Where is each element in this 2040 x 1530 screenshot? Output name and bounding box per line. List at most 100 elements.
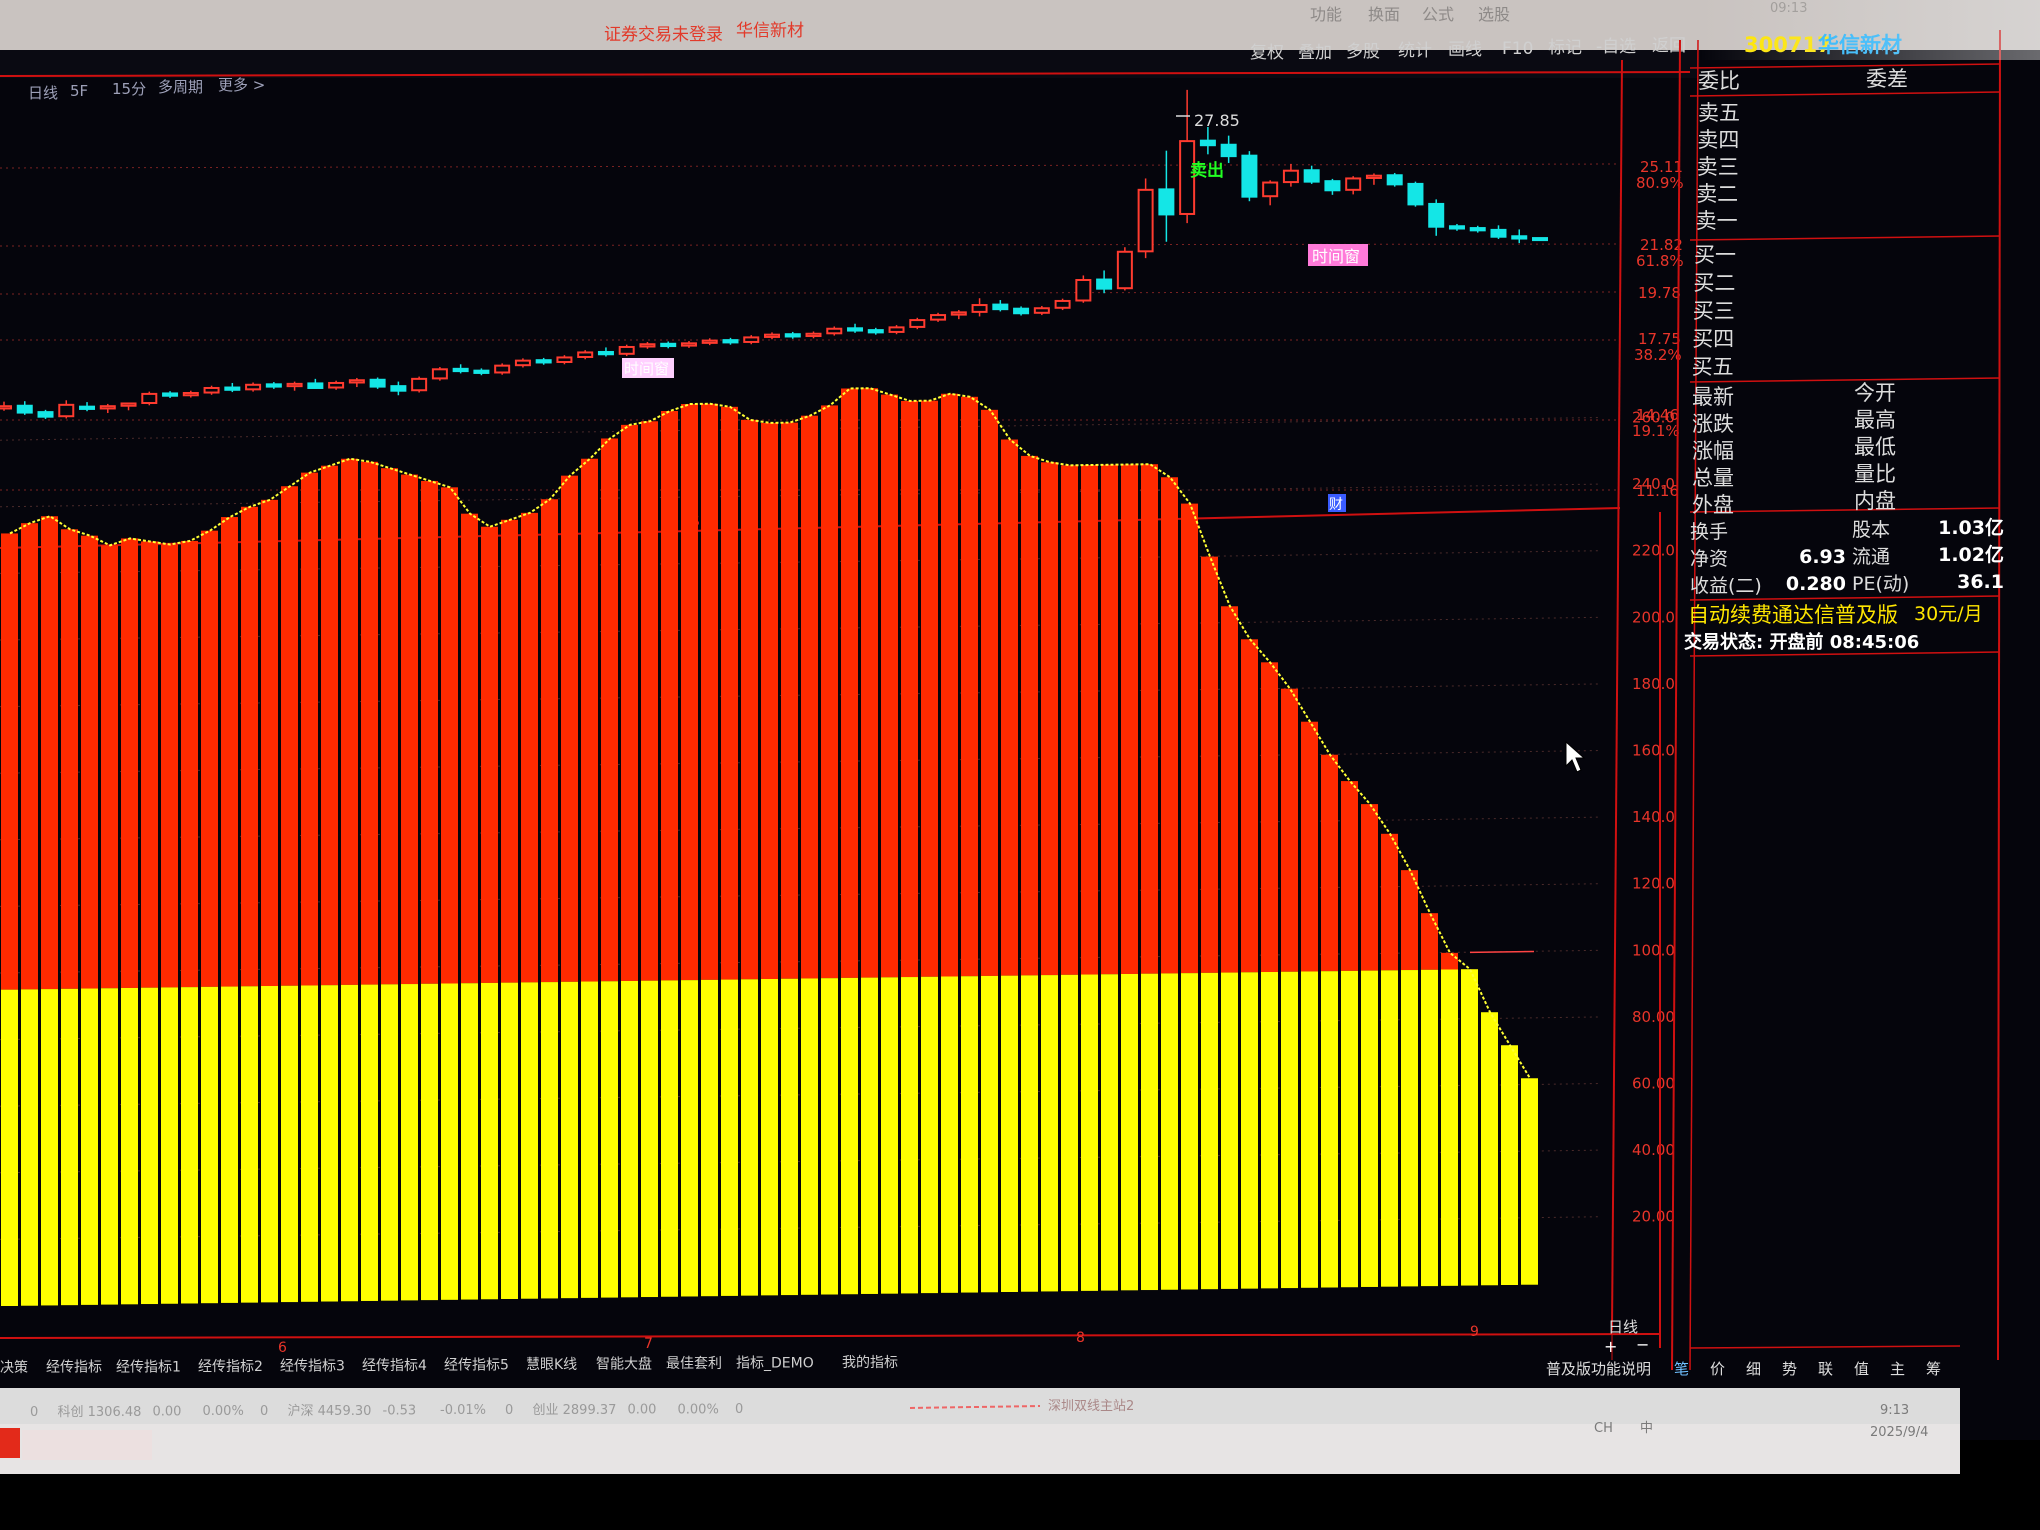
indicator-bar-lower — [201, 986, 218, 1304]
window-clock: 09:13 — [1770, 1, 1807, 16]
indicator-bar-upper — [841, 388, 858, 978]
status-item: -0.53 — [383, 1403, 417, 1418]
indicator-bar-upper — [921, 400, 938, 977]
btn-fuquan[interactable]: 复权 — [1250, 43, 1284, 63]
indicator-bar-upper — [781, 422, 798, 979]
stock-name: 华信新材 — [1818, 33, 1902, 57]
indicator-tab[interactable]: 经传指标4 — [362, 1358, 427, 1374]
tray-item[interactable]: 中 — [1640, 1421, 1653, 1436]
info-value: 1.02亿 — [1938, 543, 2004, 566]
btn-f10[interactable]: F10 — [1502, 39, 1533, 59]
indicator-tab[interactable]: 决策 — [0, 1359, 28, 1376]
btn-overlay[interactable]: 叠加 — [1298, 43, 1332, 63]
indicator-bar-upper — [61, 529, 78, 989]
quote-tab[interactable]: 笔 — [1674, 1360, 1689, 1378]
indicator-bar-upper — [461, 513, 478, 984]
indicator-axis-label: 100.0 — [1632, 941, 1675, 959]
status-item: 0 — [30, 1405, 38, 1420]
indicator-bar-upper — [1141, 464, 1158, 974]
indicator-axis-label: 80.00 — [1632, 1008, 1675, 1026]
quote-tab[interactable]: 普及版功能说明 — [1546, 1360, 1651, 1378]
sell-level-label: 卖二 — [1696, 182, 1738, 206]
indicator-bar-upper — [1421, 913, 1438, 970]
btn-draw[interactable]: 画线 — [1448, 40, 1482, 60]
period-tab-more[interactable]: 更多 > — [218, 76, 265, 94]
indicator-tab[interactable]: 经传指标 — [46, 1360, 102, 1376]
screen: 证券交易未登录 华信新材 功能 换面 公式 选股 09:13 日线 5F 15分… — [0, 0, 2040, 1530]
candle-body — [992, 303, 1009, 311]
quote-tab[interactable]: 细 — [1746, 1360, 1761, 1378]
indicator-tab[interactable]: 智能大盘 — [596, 1355, 652, 1372]
menu-formula[interactable]: 公式 — [1422, 5, 1454, 24]
btn-watchlist[interactable]: -自选 — [1596, 37, 1636, 57]
indicator-bar-upper — [1261, 662, 1278, 973]
promo-price[interactable]: 30元/月 — [1914, 603, 1983, 625]
indicator-bar-lower — [1301, 971, 1318, 1288]
period-tab-15m[interactable]: 15分 — [112, 80, 146, 98]
quote-tab[interactable]: 筹 — [1926, 1360, 1941, 1378]
btn-multistock[interactable]: 多股 — [1346, 42, 1380, 62]
indicator-tab[interactable]: 经传指标2 — [198, 1359, 263, 1375]
candle-body — [224, 386, 241, 391]
time-window-label-1: 时间窗 — [624, 360, 669, 378]
indicator-tab[interactable]: 经传指标1 — [116, 1359, 181, 1375]
quote-tab[interactable]: 值 — [1854, 1360, 1869, 1378]
promo-text[interactable]: 自动续费通达信普及版 — [1688, 603, 1898, 627]
quote-tab[interactable]: 价 — [1710, 1360, 1725, 1378]
indicator-bar-upper — [441, 487, 458, 984]
indicator-tab[interactable]: 经传指标3 — [280, 1358, 345, 1374]
indicator-bar-lower — [521, 982, 538, 1299]
indicator-bar-lower — [1481, 1012, 1498, 1286]
tray-item[interactable]: CH — [1594, 1421, 1613, 1436]
candle-body — [847, 327, 864, 332]
indicator-bar-lower — [1201, 972, 1218, 1290]
month-marker-8: 8 — [1076, 1330, 1085, 1346]
indicator-bar-lower — [61, 988, 78, 1306]
zoom-minus[interactable]: − — [1636, 1335, 1649, 1354]
indicator-bar-upper — [221, 517, 238, 987]
candle-body — [348, 379, 365, 384]
month-marker-6: 6 — [278, 1340, 287, 1356]
stat-label-right: 今开 — [1854, 381, 1896, 405]
quote-tab[interactable]: 主 — [1890, 1360, 1905, 1378]
menu-select[interactable]: 选股 — [1478, 5, 1510, 24]
status-item: 0.00 — [628, 1402, 657, 1417]
period-tab-multi[interactable]: 多周期 — [158, 78, 203, 96]
indicator-tab[interactable]: 经传指标5 — [444, 1357, 509, 1373]
buy-level-label: 买三 — [1693, 299, 1735, 323]
btn-stats[interactable]: 统计 — [1398, 41, 1432, 61]
menu-function[interactable]: 功能 — [1310, 5, 1342, 24]
zoom-plus[interactable]: + — [1604, 1337, 1617, 1356]
sell-marker: 卖出 — [1190, 160, 1224, 181]
quote-tab[interactable]: 联 — [1818, 1360, 1833, 1378]
candle-body — [556, 356, 573, 364]
candle-body — [0, 405, 12, 410]
indicator-axis-label: 20.00 — [1632, 1208, 1675, 1226]
indicator-axis-label: 260.0 — [1632, 409, 1675, 427]
indicator-bar-upper — [1001, 439, 1018, 976]
indicator-tab[interactable]: 我的指标 — [842, 1355, 898, 1371]
indicator-bar-upper — [1121, 464, 1138, 974]
indicator-bar-upper — [581, 458, 598, 982]
finance-marker: 财 — [1329, 497, 1343, 513]
tray-item[interactable]: 9:13 — [1880, 1403, 1909, 1418]
indicator-bar-upper — [701, 403, 718, 980]
indicator-tab[interactable]: 慧眼K线 — [526, 1357, 577, 1373]
candle-body — [764, 333, 780, 338]
period-tab-day[interactable]: 日线 — [28, 84, 58, 102]
indicator-bar-upper — [981, 409, 998, 976]
btn-mark[interactable]: 标记 — [1548, 38, 1582, 58]
period-tab-5m[interactable]: 5F — [70, 82, 88, 100]
candle-body — [369, 378, 386, 388]
tray-item[interactable]: 2025/9/4 — [1870, 1425, 1928, 1440]
menu-view[interactable]: 换面 — [1368, 5, 1400, 24]
status-item: 沪深 4459.30 — [288, 1403, 372, 1419]
candle-body — [1220, 143, 1237, 158]
quote-tab[interactable]: 势 — [1782, 1360, 1797, 1378]
indicator-tab[interactable]: 指标_DEMO — [736, 1356, 814, 1372]
status-item: 科创 1306.48 — [58, 1405, 142, 1420]
indicator-bar-lower — [1181, 973, 1198, 1290]
indicator-bar-upper — [361, 461, 378, 985]
indicator-bar-lower — [581, 981, 598, 1298]
indicator-tab[interactable]: 最佳套利 — [666, 1356, 722, 1372]
